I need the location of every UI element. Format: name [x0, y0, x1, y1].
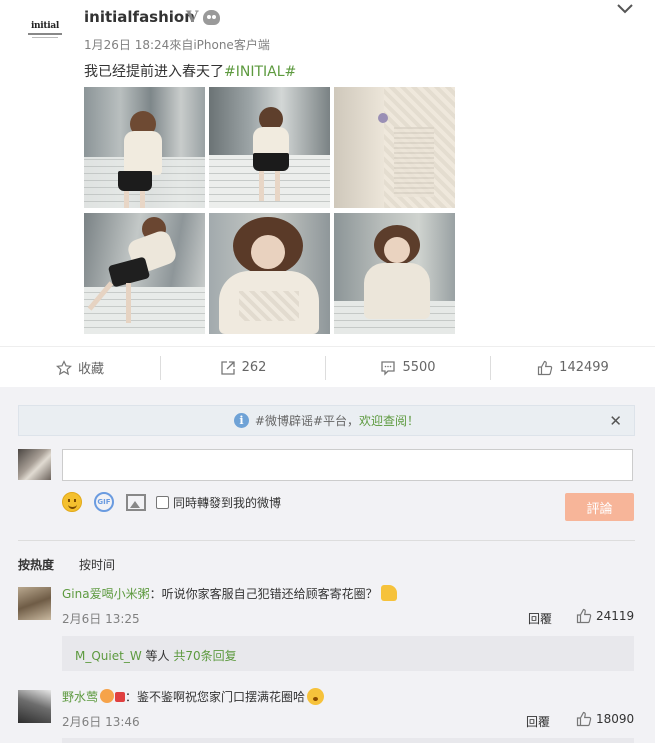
notice-text[interactable]: #微博辟谣#平台， — [255, 412, 359, 429]
rumor-notice-bar: i #微博辟谣#平台， 欢迎查阅！ ✕ — [18, 405, 635, 436]
reply-user[interactable]: M_Quiet_W — [75, 649, 142, 663]
post-source: 來自iPhone客户端 — [169, 38, 270, 52]
thumbs-up-icon — [576, 711, 592, 727]
reply-button[interactable]: 回覆 — [528, 610, 552, 627]
comment-icon — [381, 360, 396, 376]
level-badge-icon — [115, 692, 126, 702]
favorite-button[interactable]: 收藏 — [0, 347, 160, 388]
comment-body: ：听说你家客服自己犯错还给顾客寄花圈？ — [149, 587, 378, 601]
reply-count-link[interactable]: 共70条回复 — [173, 649, 236, 663]
post-text-body: 我已经提前进入春天了 — [84, 64, 224, 80]
avatar-logo-subline — [32, 36, 58, 38]
post-actions-bar: 收藏 262 5500 142499 — [0, 346, 655, 387]
close-icon[interactable]: ✕ — [609, 412, 622, 430]
submit-comment-button[interactable]: 評論 — [565, 493, 634, 521]
photo-2[interactable] — [209, 87, 330, 208]
post-meta: 1月26日 18:24來自iPhone客户端 — [84, 36, 270, 53]
thumbs-up-icon — [538, 360, 553, 375]
repost-button[interactable]: 262 — [161, 347, 325, 388]
comment-text: Gina爱喝小米粥：听说你家客服自己犯错还给顾客寄花圈？ — [62, 585, 397, 602]
photo-1[interactable] — [84, 87, 205, 208]
image-icon[interactable] — [126, 493, 146, 511]
star-icon — [55, 359, 72, 375]
photo-4[interactable] — [84, 213, 205, 334]
photo-grid — [84, 87, 456, 335]
member-badge-icon — [100, 689, 115, 703]
photo-5[interactable] — [209, 213, 330, 334]
comment-like-button[interactable]: 24119 — [576, 608, 634, 624]
favorite-label: 收藏 — [77, 362, 104, 377]
comment-like-count: 18090 — [596, 712, 635, 726]
comment-body: ：鉴不鉴啊祝您家门口摆满花圈哈 — [125, 690, 306, 704]
weibo-post: initial initialfashion V 1月26日 18:24來自iP… — [0, 0, 655, 387]
comment-count: 5500 — [402, 360, 436, 375]
post-hashtag[interactable]: #INITIAL# — [224, 64, 296, 80]
comment-time: 2月6日 13:25 — [62, 612, 140, 626]
sort-divider — [18, 540, 635, 541]
surprised-face-emoji-icon — [307, 688, 325, 705]
comment-like-count: 24119 — [596, 609, 635, 623]
comment-avatar[interactable] — [18, 587, 51, 620]
comment-time: 2月6日 13:46 — [62, 715, 140, 729]
photo-3[interactable] — [334, 87, 455, 208]
thumbs-up-icon — [576, 608, 592, 624]
repost-count: 262 — [241, 360, 267, 375]
comment-input[interactable] — [62, 449, 633, 481]
author-name[interactable]: initialfashion — [84, 8, 195, 26]
comment-like-button[interactable]: 18090 — [576, 711, 634, 727]
repost-checkbox[interactable] — [156, 495, 169, 509]
sort-by-time[interactable]: 按时间 — [79, 556, 115, 573]
photo-6[interactable] — [334, 213, 455, 334]
sort-by-hot[interactable]: 按热度 — [18, 556, 54, 573]
chevron-down-icon[interactable] — [615, 0, 635, 18]
reply-mid: 等人 — [141, 649, 174, 663]
comment-text: 野水莺 ：鉴不鉴啊祝您家门口摆满花圈哈 — [62, 688, 325, 705]
repost-checkbox-label[interactable]: 同時轉發到我的微博 — [173, 494, 281, 511]
gif-icon[interactable]: GIF — [94, 492, 114, 512]
info-icon: i — [233, 413, 249, 428]
emoji-icon[interactable] — [62, 492, 82, 512]
reply-summary[interactable]: M_Quiet_W 等人 共70条回复 — [62, 636, 634, 671]
my-avatar[interactable] — [18, 449, 51, 480]
comment-author[interactable]: 野水莺 — [62, 690, 98, 704]
thumbs-up-emoji-icon — [380, 585, 397, 601]
member-robot-icon[interactable] — [203, 10, 220, 25]
notice-link[interactable]: 欢迎查阅！ — [359, 412, 419, 429]
avatar-logo-line — [28, 32, 62, 35]
reply-summary-text: M_Quiet_W 等人 共70条回复 — [75, 647, 237, 664]
avatar-logo-text: initial — [30, 20, 60, 31]
comment-avatar[interactable] — [18, 690, 51, 723]
author-avatar[interactable]: initial — [22, 14, 68, 44]
composer-tools: GIF 同時轉發到我的微博 — [62, 491, 281, 513]
verified-badge-icon[interactable]: V — [186, 7, 198, 26]
comment-author[interactable]: Gina爱喝小米粥 — [62, 587, 150, 601]
post-text: 我已经提前进入春天了#INITIAL# — [84, 61, 296, 81]
like-button[interactable]: 142499 — [491, 347, 655, 388]
share-icon — [220, 360, 235, 375]
post-time[interactable]: 1月26日 18:24 — [84, 38, 169, 52]
comment-button[interactable]: 5500 — [326, 347, 490, 388]
reply-summary[interactable] — [62, 738, 634, 743]
reply-button[interactable]: 回覆 — [526, 713, 550, 730]
like-count: 142499 — [559, 360, 609, 375]
